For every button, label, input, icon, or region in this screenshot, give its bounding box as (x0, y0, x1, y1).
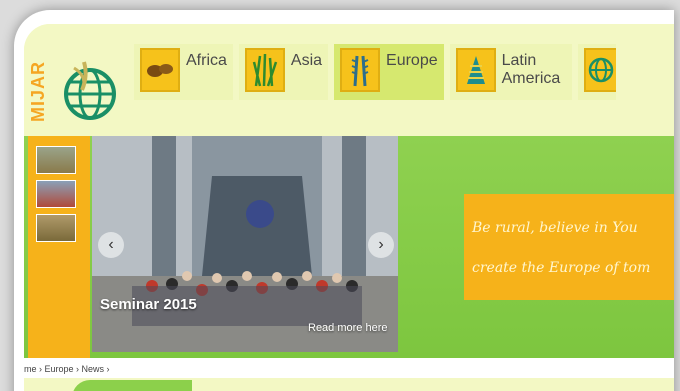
nav-region-global[interactable] (577, 44, 616, 100)
globe-icon (583, 48, 616, 92)
region-navigation: Africa Asia Europe Latin America (134, 44, 616, 100)
site-header: MIJAR Africa Asia Europe Latin America (24, 24, 674, 136)
coffee-beans-icon (140, 48, 180, 92)
tagline-line-2: create the Europe of tom (472, 260, 651, 276)
nav-label-asia: Asia (290, 52, 323, 69)
corn-icon (455, 48, 496, 92)
globe-wheat-logo-icon[interactable] (54, 54, 126, 126)
nav-region-europe[interactable]: Europe (334, 44, 444, 100)
website-page: MIJAR Africa Asia Europe Latin America ‹… (24, 24, 674, 391)
nav-label-europe: Europe (386, 52, 438, 69)
nav-region-africa[interactable]: Africa (134, 44, 233, 100)
nav-region-latin-america[interactable]: Latin America (449, 44, 572, 100)
slider-thumbnail[interactable] (36, 146, 76, 174)
slider-next-button[interactable]: › (368, 232, 394, 258)
brand-vertical-text: MIJAR (28, 60, 48, 122)
rice-plant-icon (244, 48, 285, 92)
tagline-line-1: Be rural, believe in You (472, 220, 638, 236)
breadcrumb[interactable]: me › Europe › News › (24, 358, 674, 378)
slider-thumbnail[interactable] (36, 214, 76, 242)
tagline-box: Be rural, believe in You create the Euro… (464, 194, 674, 300)
nav-region-asia[interactable]: Asia (238, 44, 329, 100)
wheat-icon (340, 48, 381, 92)
read-more-link[interactable]: Read more here (308, 322, 388, 334)
screenshot-frame: MIJAR Africa Asia Europe Latin America ‹… (14, 10, 674, 391)
slider-thumbnail[interactable] (36, 180, 76, 208)
image-slider[interactable]: ‹ › Seminar 2015 Read more here (92, 136, 398, 352)
nav-label-africa: Africa (186, 52, 227, 69)
section-tab-decoration (72, 380, 192, 391)
slide-title[interactable]: Seminar 2015 (100, 296, 197, 313)
nav-label-latin-america: Latin America (501, 52, 561, 87)
slider-prev-button[interactable]: ‹ (98, 232, 124, 258)
slider-thumbnails (28, 136, 90, 358)
slide-photo (92, 136, 398, 352)
